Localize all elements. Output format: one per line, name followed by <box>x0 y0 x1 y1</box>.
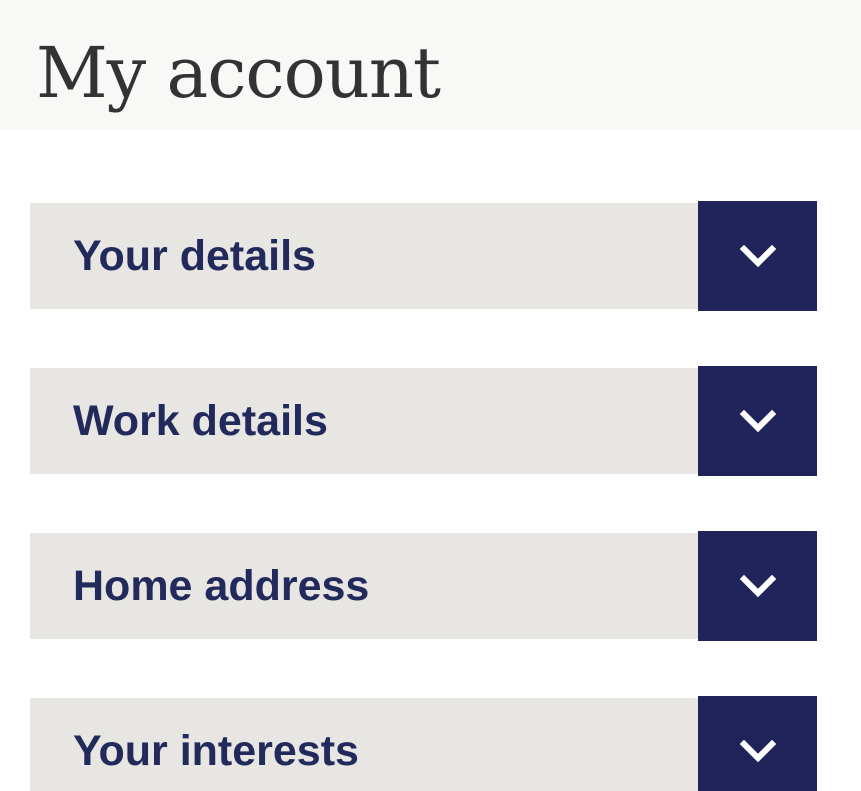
accordion-header-work-details[interactable]: Work details <box>30 368 698 474</box>
chevron-down-icon <box>739 575 776 597</box>
expand-your-details-button[interactable] <box>698 201 817 311</box>
accordion-item-your-interests[interactable]: Your interests <box>30 696 817 791</box>
chevron-down-icon <box>739 740 776 762</box>
accordion-label-your-details: Your details <box>73 231 316 280</box>
expand-home-address-button[interactable] <box>698 531 817 641</box>
page-header: My account <box>0 0 861 130</box>
expand-your-interests-button[interactable] <box>698 696 817 791</box>
my-account-page: My account Your details Work details Hom… <box>0 0 861 791</box>
expand-work-details-button[interactable] <box>698 366 817 476</box>
accordion-header-your-details[interactable]: Your details <box>30 203 698 309</box>
page-title: My account <box>36 32 441 114</box>
accordion-label-work-details: Work details <box>73 396 328 445</box>
accordion-item-your-details[interactable]: Your details <box>30 201 817 311</box>
accordion-item-work-details[interactable]: Work details <box>30 366 817 476</box>
accordion-label-your-interests: Your interests <box>73 726 359 775</box>
accordion-label-home-address: Home address <box>73 561 370 610</box>
accordion-header-your-interests[interactable]: Your interests <box>30 698 698 791</box>
accordion-header-home-address[interactable]: Home address <box>30 533 698 639</box>
accordion-item-home-address[interactable]: Home address <box>30 531 817 641</box>
chevron-down-icon <box>739 410 776 432</box>
chevron-down-icon <box>739 245 776 267</box>
